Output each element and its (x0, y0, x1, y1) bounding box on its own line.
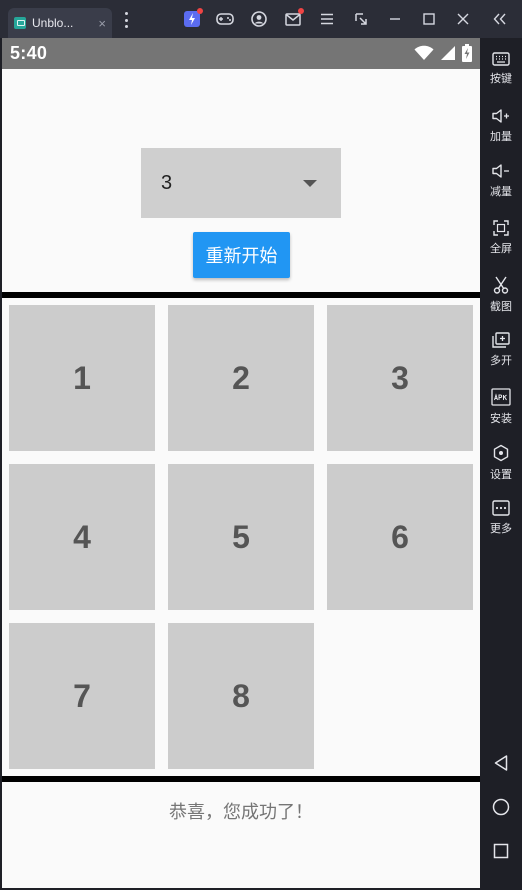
puzzle-board: 1 2 3 4 5 6 7 8 (2, 298, 480, 776)
notification-dot (197, 8, 203, 14)
hamburger-menu-icon[interactable] (317, 9, 337, 29)
sidebar-item-label: 截图 (490, 300, 512, 313)
success-message: 恭喜，您成功了！ (169, 802, 313, 823)
board-size-select[interactable]: 3 (141, 148, 341, 218)
sidebar-item-keymap[interactable]: 按键 (480, 52, 522, 102)
multi-instance-icon (492, 332, 510, 348)
tab-close-icon[interactable]: × (98, 17, 106, 30)
sidebar-item-fullscreen[interactable]: 全屏 (480, 220, 522, 270)
scissors-icon (493, 276, 509, 294)
sidebar-item-label: 设置 (490, 468, 512, 481)
android-home-button[interactable] (490, 796, 512, 818)
sidebar-item-label: 按键 (490, 72, 512, 85)
notification-dot (298, 8, 304, 14)
puzzle-tile[interactable]: 2 (168, 305, 314, 451)
home-circle-icon (492, 798, 510, 816)
sidebar-item-multi-instance[interactable]: 多开 (480, 332, 522, 382)
sidebar-item-volume-up[interactable]: 加量 (480, 108, 522, 158)
app-screen: 3 重新开始 1 2 3 4 5 6 7 8 恭喜，您成功了！ (2, 69, 480, 888)
sidebar-item-label: 全屏 (490, 242, 512, 255)
app-favicon-icon (14, 17, 26, 29)
sidebar-item-label: 更多 (490, 522, 512, 535)
cell-signal-icon (441, 46, 455, 60)
volume-up-icon (492, 109, 509, 123)
pin-window-icon[interactable] (351, 9, 371, 29)
status-clock: 5:40 (10, 43, 48, 63)
sidebar-item-label: 多开 (490, 354, 512, 367)
puzzle-tile[interactable]: 1 (9, 305, 155, 451)
fullscreen-icon (493, 220, 509, 236)
battery-charging-icon (462, 44, 472, 62)
puzzle-tile[interactable]: 5 (168, 464, 314, 610)
volume-down-icon (492, 164, 509, 178)
puzzle-tile[interactable]: 6 (327, 464, 473, 610)
keyboard-icon (492, 52, 510, 66)
apk-icon (491, 388, 511, 406)
wifi-icon (414, 45, 434, 60)
puzzle-tile[interactable]: 7 (9, 623, 155, 769)
boost-icon[interactable] (182, 8, 203, 29)
sidebar-item-screenshot[interactable]: 截图 (480, 276, 522, 326)
android-status-bar: 5:40 (2, 38, 480, 69)
dropdown-caret-icon (303, 179, 317, 187)
browser-tab[interactable]: Unblo... × (8, 8, 112, 38)
recents-square-icon (493, 843, 509, 859)
sidebar-item-label: 加量 (490, 130, 512, 143)
restart-button[interactable]: 重新开始 (193, 232, 290, 278)
mail-icon[interactable] (283, 8, 304, 29)
back-triangle-icon (494, 755, 508, 771)
settings-icon (493, 444, 509, 462)
sidebar-item-volume-down[interactable]: 减量 (480, 163, 522, 213)
window-titlebar: Unblo... × (0, 0, 522, 38)
tab-title: Unblo... (32, 16, 74, 30)
puzzle-tile[interactable]: 4 (9, 464, 155, 610)
sidebar-item-more[interactable]: 更多 (480, 500, 522, 550)
puzzle-tile[interactable]: 8 (168, 623, 314, 769)
sidebar-item-label: 减量 (490, 185, 512, 198)
controls-panel: 3 重新开始 (2, 69, 480, 292)
android-back-button[interactable] (490, 752, 512, 774)
maximize-icon[interactable] (419, 9, 439, 29)
close-window-icon[interactable] (453, 9, 473, 29)
minimize-icon[interactable] (385, 9, 405, 29)
kebab-menu-icon[interactable] (119, 10, 133, 30)
collapse-sidebar-icon[interactable] (490, 9, 510, 29)
sidebar-item-install-apk[interactable]: 安装 (480, 388, 522, 438)
account-icon[interactable] (249, 9, 269, 29)
sidebar-item-label: 安装 (490, 412, 512, 425)
gamepad-icon[interactable] (215, 9, 235, 29)
sidebar-item-settings[interactable]: 设置 (480, 444, 522, 494)
board-size-value: 3 (161, 171, 173, 194)
android-recents-button[interactable] (490, 840, 512, 862)
puzzle-tile[interactable]: 3 (327, 305, 473, 451)
emulator-sidebar: 按键 加量 减量 全屏 截图 多开 安装 设置 更多 (480, 38, 522, 890)
more-icon (492, 500, 510, 516)
